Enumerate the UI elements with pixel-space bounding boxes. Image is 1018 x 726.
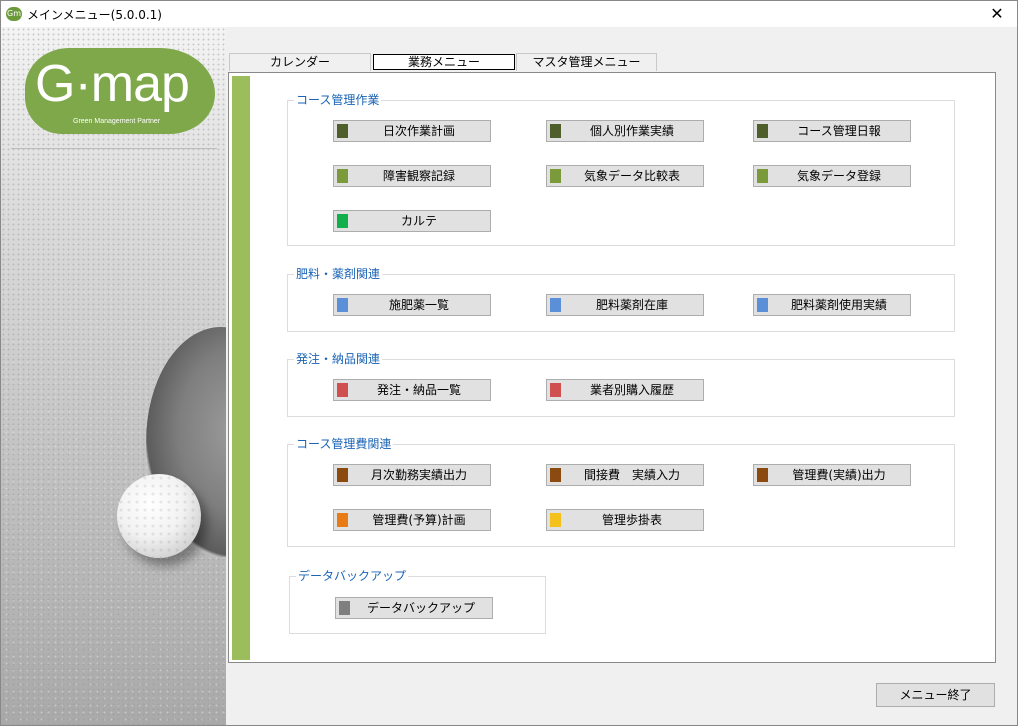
color-swatch [550,169,561,183]
weather-comparison-button[interactable]: 気象データ比較表 [546,165,704,187]
golf-ball-image [117,474,201,558]
button-label: データバックアップ [366,601,475,615]
monthly-work-output-button[interactable]: 月次勤務実績出力 [333,464,491,486]
button-label: 業者別購入履歴 [589,383,674,397]
cost-budget-plan-button[interactable]: 管理費(予算)計画 [333,509,491,531]
tab-master-menu[interactable]: マスタ管理メニュー [516,53,657,71]
group-orders: 発注・納品関連 発注・納品一覧 業者別購入履歴 [287,351,955,417]
button-label: 管理費(予算)計画 [372,513,466,527]
green-stripe [232,76,250,660]
color-swatch [337,468,348,482]
gmap-logo: G·map Green Management Partner [25,48,215,138]
exit-menu-button[interactable]: メニュー終了 [876,683,995,707]
cost-actual-output-button[interactable]: 管理費(実績)出力 [753,464,911,486]
close-icon[interactable]: ✕ [977,1,1017,27]
button-label: 肥料薬剤在庫 [595,298,668,312]
tab-calendar[interactable]: カレンダー [229,53,371,71]
color-swatch [757,124,768,138]
individual-work-results-button[interactable]: 個人別作業実績 [546,120,704,142]
color-swatch [337,298,348,312]
button-label: 気象データ登録 [796,169,881,183]
button-label: 月次勤務実績出力 [370,468,467,482]
button-label: 肥料薬剤使用実績 [790,298,887,312]
group-course-work: コース管理作業 日次作業計画 個人別作業実績 コース管理日報 障害観察記録 気象… [287,92,955,246]
group-title-course-work: コース管理作業 [294,92,382,108]
color-swatch [550,513,561,527]
group-fertilizer: 肥料・薬剤関連 施肥薬一覧 肥料薬剤在庫 肥料薬剤使用実績 [287,266,955,332]
data-backup-button[interactable]: データバックアップ [335,597,493,619]
group-title-fertilizer: 肥料・薬剤関連 [294,266,383,282]
button-label: 管理歩掛表 [601,513,662,527]
color-swatch [550,468,561,482]
color-swatch [550,124,561,138]
management-rate-table-button[interactable]: 管理歩掛表 [546,509,704,531]
menu-panel: コース管理作業 日次作業計画 個人別作業実績 コース管理日報 障害観察記録 気象… [228,72,996,663]
title-bar: Gm メインメニュー(5.0.0.1) ✕ [0,0,1018,27]
side-image-panel: G·map Green Management Partner [1,27,226,725]
color-swatch [339,601,350,615]
group-title-costs: コース管理費関連 [294,436,394,452]
weather-entry-button[interactable]: 気象データ登録 [753,165,911,187]
logo-main-text: G·map [35,55,190,113]
tab-business-menu[interactable]: 業務メニュー [373,54,515,70]
vendor-purchase-history-button[interactable]: 業者別購入履歴 [546,379,704,401]
window-title: メインメニュー(5.0.0.1) [27,8,162,22]
button-label: コース管理日報 [797,124,881,138]
color-swatch [337,513,348,527]
button-label: カルテ [400,214,437,228]
daily-work-plan-button[interactable]: 日次作業計画 [333,120,491,142]
color-swatch [550,298,561,312]
button-label: 間接費 実績入力 [583,468,680,482]
fertilizer-list-button[interactable]: 施肥薬一覧 [333,294,491,316]
side-divider [11,148,217,149]
color-swatch [337,383,348,397]
button-label: 個人別作業実績 [589,124,674,138]
color-swatch [757,298,768,312]
karte-button[interactable]: カルテ [333,210,491,232]
damage-observation-button[interactable]: 障害観察記録 [333,165,491,187]
button-label: 日次作業計画 [382,124,455,138]
button-label: 施肥薬一覧 [388,298,449,312]
group-costs: コース管理費関連 月次勤務実績出力 間接費 実績入力 管理費(実績)出力 管理費… [287,436,955,547]
color-swatch [550,383,561,397]
color-swatch [757,169,768,183]
button-label: 障害観察記録 [382,169,455,183]
button-label: 発注・納品一覧 [376,383,461,397]
group-backup: データバックアップ データバックアップ [289,568,546,634]
button-label: 気象データ比較表 [583,169,680,183]
color-swatch [337,124,348,138]
app-icon: Gm [6,7,22,21]
course-daily-report-button[interactable]: コース管理日報 [753,120,911,142]
button-label: 管理費(実績)出力 [792,468,886,482]
color-swatch [757,468,768,482]
logo-subtitle: Green Management Partner [73,118,161,125]
group-title-orders: 発注・納品関連 [294,351,383,367]
indirect-cost-entry-button[interactable]: 間接費 実績入力 [546,464,704,486]
order-delivery-list-button[interactable]: 発注・納品一覧 [333,379,491,401]
chemical-stock-button[interactable]: 肥料薬剤在庫 [546,294,704,316]
color-swatch [337,169,348,183]
group-title-backup: データバックアップ [296,568,409,584]
chemical-usage-button[interactable]: 肥料薬剤使用実績 [753,294,911,316]
color-swatch [337,214,348,228]
